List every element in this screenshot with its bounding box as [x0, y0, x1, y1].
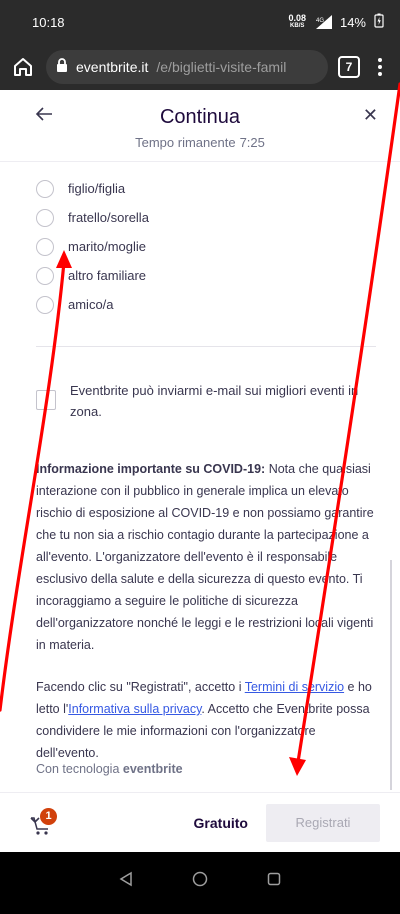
- radio-label: amico/a: [68, 297, 114, 312]
- radio-button[interactable]: [36, 295, 54, 314]
- radio-button[interactable]: [36, 179, 54, 198]
- privacy-policy-link[interactable]: Informativa sulla privacy: [68, 702, 201, 716]
- recents-icon[interactable]: [266, 871, 282, 887]
- back-icon[interactable]: [118, 871, 134, 887]
- radio-button[interactable]: [36, 237, 54, 256]
- address-bar[interactable]: eventbrite.it/e/biglietti-visite-famil: [46, 50, 328, 84]
- radio-option-spouse[interactable]: marito/moglie: [36, 232, 149, 261]
- covid-text: Nota che qualsiasi interazione con il pu…: [36, 462, 374, 652]
- scrollbar[interactable]: [390, 560, 392, 790]
- chevron-down-icon: [30, 816, 40, 823]
- radio-option-friend[interactable]: amico/a: [36, 290, 149, 319]
- radio-label: altro familiare: [68, 268, 147, 283]
- browser-toolbar: eventbrite.it/e/biglietti-visite-famil 7: [0, 44, 400, 90]
- cart-button[interactable]: 1: [28, 807, 74, 838]
- total-price: Gratuito: [193, 814, 248, 831]
- net-speed: 0.08 KB/S: [288, 14, 306, 30]
- radio-label: marito/moglie: [68, 239, 147, 254]
- marketing-checkbox-label: Eventbrite può inviarmi e-mail sui migli…: [70, 383, 359, 419]
- radio-label: fratello/sorella: [68, 210, 149, 225]
- powered-by-label: Con tecnologia: [36, 762, 120, 776]
- timer-label: Tempo rimanente: [135, 135, 236, 150]
- radio-option-son-daughter[interactable]: figlio/figlia: [36, 174, 149, 203]
- radio-option-sibling[interactable]: fratello/sorella: [36, 203, 149, 232]
- status-bar: 10:18 0.08 KB/S 4G 14%: [0, 0, 400, 44]
- tab-switcher-button[interactable]: 7: [338, 56, 360, 78]
- covid-heading: Informazione importante su COVID-19:: [36, 462, 266, 476]
- page-title: Continua: [159, 106, 241, 128]
- checkout-footer: 1 Gratuito Registrati: [0, 792, 400, 852]
- eventbrite-logo: eventbrite: [122, 762, 183, 776]
- legal-consent: Facendo clic su "Registrati", accetto i …: [36, 676, 376, 764]
- legal-text-1: Facendo clic su "Registrati", accetto i: [36, 680, 245, 694]
- register-button[interactable]: Registrati: [266, 803, 380, 842]
- powered-by: Con tecnologia eventbrite: [36, 762, 183, 776]
- status-time: 10:18: [32, 14, 65, 30]
- covid-notice: Informazione importante su COVID-19: Not…: [36, 458, 376, 656]
- url-domain: eventbrite.it: [76, 59, 149, 75]
- terms-of-service-link[interactable]: Termini di servizio: [245, 680, 344, 694]
- radio-label: figlio/figlia: [68, 181, 126, 196]
- marketing-opt-in[interactable]: Eventbrite può inviarmi e-mail sui migli…: [36, 380, 366, 422]
- status-indicators: 0.08 KB/S 4G 14%: [288, 13, 384, 31]
- system-navigation-bar: [0, 852, 400, 914]
- battery-percent: 14%: [339, 14, 366, 30]
- radio-button[interactable]: [36, 266, 54, 285]
- time-remaining: Tempo rimanente 7:25: [0, 135, 400, 150]
- timer-value: 7:25: [239, 135, 265, 150]
- lock-icon: [56, 57, 68, 77]
- radio-option-other-relative[interactable]: altro familiare: [36, 261, 149, 290]
- net-speed-unit: KB/S: [290, 23, 305, 29]
- divider: [36, 346, 376, 347]
- network-type-label: 4G: [316, 18, 324, 24]
- close-icon[interactable]: ✕: [363, 105, 378, 126]
- marketing-checkbox[interactable]: [36, 390, 56, 410]
- home-circle-icon[interactable]: [192, 871, 208, 887]
- checkout-page: Continua ✕ Tempo rimanente 7:25 figlio/fi…: [0, 90, 400, 852]
- net-speed-value: 0.08: [288, 13, 306, 23]
- signal-icon: 4G: [314, 15, 332, 29]
- url-path: /e/biglietti-visite-famil: [156, 59, 287, 75]
- radio-button[interactable]: [36, 208, 54, 227]
- battery-icon: [374, 13, 384, 31]
- cart-count-badge: 1: [40, 807, 57, 825]
- modal-header: Continua ✕ Tempo rimanente 7:25: [0, 90, 400, 162]
- home-icon[interactable]: [10, 54, 36, 80]
- relationship-radio-group: figlio/figlia fratello/sorella marito/mo…: [36, 174, 149, 319]
- overflow-menu-icon[interactable]: [370, 58, 390, 76]
